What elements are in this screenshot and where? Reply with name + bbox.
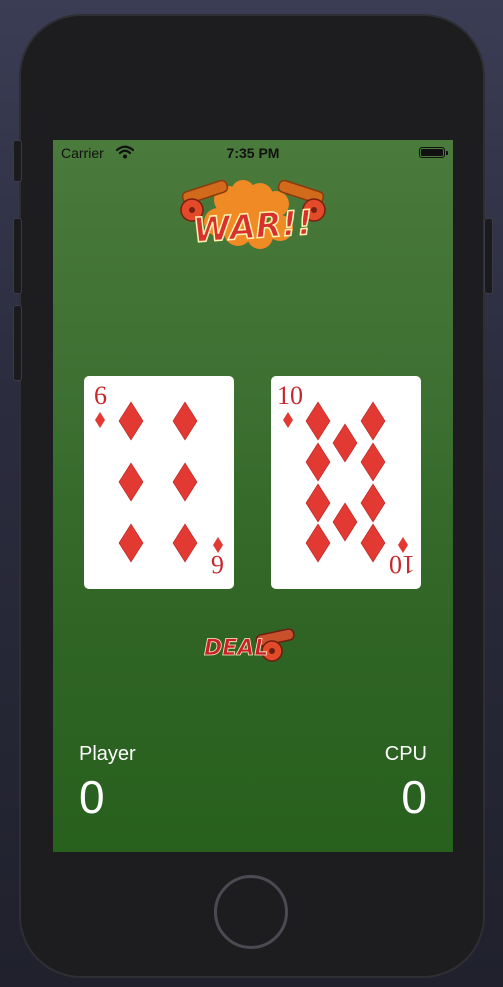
power-button bbox=[484, 218, 493, 294]
cpu-score-value: 0 bbox=[401, 771, 427, 823]
diamond-icon bbox=[172, 523, 198, 563]
diamond-icon bbox=[172, 401, 198, 441]
player-score-label: Player bbox=[79, 743, 136, 765]
diamond-icon bbox=[172, 462, 198, 502]
diamond-icon bbox=[305, 523, 331, 563]
cpu-card-pips bbox=[305, 401, 386, 563]
diamond-icon bbox=[283, 412, 293, 428]
cpu-score-label: CPU bbox=[384, 743, 427, 765]
volume-down-button bbox=[13, 305, 22, 381]
deal-button[interactable]: DEAL bbox=[198, 622, 308, 670]
cpu-card-rank-top: 10 bbox=[277, 381, 303, 410]
diamond-icon bbox=[118, 401, 144, 441]
diamond-icon bbox=[360, 483, 386, 523]
cpu-card: 10 10 bbox=[271, 376, 421, 589]
war-logo: WAR!! bbox=[180, 179, 326, 252]
diamond-icon bbox=[360, 523, 386, 563]
player-card-rank-top: 6 bbox=[94, 381, 107, 410]
diamond-icon bbox=[118, 523, 144, 563]
diamond-icon bbox=[332, 502, 358, 542]
status-bar: Carrier 7:35 PM bbox=[53, 140, 453, 166]
player-score-value: 0 bbox=[79, 771, 105, 823]
diamond-icon bbox=[360, 401, 386, 441]
player-card-face: 6 6 bbox=[94, 381, 224, 579]
player-card: 6 6 bbox=[84, 376, 234, 589]
diamond-icon bbox=[360, 442, 386, 482]
diamond-icon bbox=[305, 483, 331, 523]
logo-text: WAR!! bbox=[192, 203, 314, 251]
diamond-icon bbox=[95, 412, 105, 428]
player-card-rank-bottom: 6 bbox=[211, 550, 224, 579]
app-screen: Carrier 7:35 PM WAR!! 6 6 10 10 DEAL Pla… bbox=[53, 140, 453, 852]
deal-button-label: DEAL bbox=[204, 636, 268, 661]
player-card-pips bbox=[118, 401, 198, 563]
diamond-icon bbox=[118, 462, 144, 502]
status-time: 7:35 PM bbox=[226, 145, 280, 161]
diamond-icon bbox=[305, 442, 331, 482]
diamond-icon bbox=[305, 401, 331, 441]
diamond-icon bbox=[332, 423, 358, 463]
mute-switch bbox=[13, 140, 22, 182]
volume-up-button bbox=[13, 218, 22, 294]
cpu-card-rank-bottom: 10 bbox=[389, 550, 415, 579]
home-button[interactable] bbox=[214, 875, 288, 949]
battery-icon bbox=[419, 147, 448, 158]
cpu-card-face: 10 10 bbox=[277, 381, 415, 579]
